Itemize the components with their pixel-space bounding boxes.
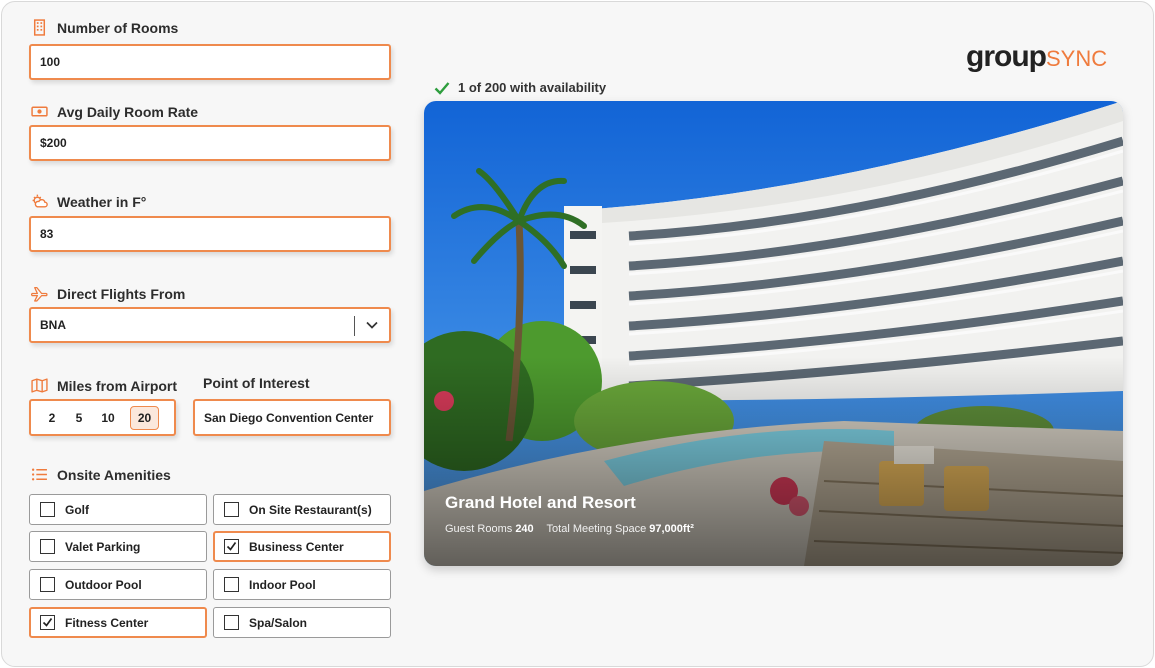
amenities-label: Onsite Amenities: [57, 466, 171, 483]
check-icon: [434, 81, 450, 95]
poi-input[interactable]: San Diego Convention Center: [193, 399, 391, 436]
map-icon: [31, 378, 48, 393]
logo-main: group: [966, 40, 1047, 73]
logo-accent: SYNC: [1045, 46, 1108, 71]
rate-input[interactable]: $200: [29, 125, 391, 161]
rooms-input[interactable]: 100: [29, 44, 391, 80]
amenity-outdoor-pool[interactable]: Outdoor Pool: [29, 569, 207, 600]
miles-option-10[interactable]: 10: [93, 406, 123, 430]
checkmark-icon: [226, 542, 237, 551]
list-icon: [31, 468, 47, 481]
miles-option-5[interactable]: 5: [66, 406, 92, 430]
select-separator: [354, 316, 355, 336]
amenities-label-row: Onsite Amenities: [31, 466, 171, 483]
amenity-label: Golf: [65, 502, 89, 517]
flights-label-row: Direct Flights From: [31, 285, 185, 302]
poi-value: San Diego Convention Center: [204, 410, 374, 425]
amenity-fitness-center[interactable]: Fitness Center: [29, 607, 207, 638]
weather-value: 83: [40, 227, 54, 241]
building-icon: [33, 19, 46, 36]
rate-label: Avg Daily Room Rate: [57, 103, 199, 120]
checkbox[interactable]: [224, 577, 239, 592]
miles-option-2[interactable]: 2: [39, 406, 65, 430]
miles-label-row: Miles from Airport: [31, 377, 177, 394]
amenity-label: Valet Parking: [65, 539, 141, 554]
amenity-label: On Site Restaurant(s): [249, 502, 372, 517]
flights-value: BNA: [40, 318, 66, 332]
availability-status: 1 of 200 with availability: [434, 80, 606, 95]
flights-select[interactable]: BNA: [29, 307, 391, 343]
amenity-on-site-restaurant[interactable]: On Site Restaurant(s): [213, 494, 391, 525]
amenity-label: Fitness Center: [65, 615, 149, 630]
checkbox-checked[interactable]: [40, 615, 55, 630]
groupsync-logo: group SYNC: [966, 40, 1107, 74]
amenity-spa-salon[interactable]: Spa/Salon: [213, 607, 391, 638]
space-meta-label: Total Meeting Space: [546, 523, 647, 535]
availability-text: 1 of 200 with availability: [458, 80, 607, 95]
checkbox[interactable]: [224, 502, 239, 517]
flights-label: Direct Flights From: [57, 285, 186, 302]
chevron-down-icon[interactable]: [365, 318, 379, 332]
checkmark-icon: [42, 618, 53, 627]
weather-label-row: Weather in F°: [31, 193, 146, 210]
checkbox[interactable]: [224, 615, 239, 630]
rooms-value: 100: [40, 55, 61, 69]
checkbox-checked[interactable]: [224, 539, 239, 554]
checkbox[interactable]: [40, 577, 55, 592]
space-meta-value: 97,000ft²: [649, 523, 694, 535]
hotel-meta: Guest Rooms 240 Total Meeting Space 97,0…: [445, 523, 694, 535]
amenity-valet-parking[interactable]: Valet Parking: [29, 531, 207, 562]
amenity-label: Business Center: [249, 539, 344, 554]
hotel-name: Grand Hotel and Resort: [445, 493, 636, 512]
amenity-indoor-pool[interactable]: Indoor Pool: [213, 569, 391, 600]
rate-label-row: Avg Daily Room Rate: [31, 103, 198, 120]
weather-label: Weather in F°: [57, 193, 147, 210]
miles-selector[interactable]: 2 5 10 20: [29, 399, 176, 436]
rooms-label-row: Number of Rooms: [31, 19, 178, 36]
amenity-golf[interactable]: Golf: [29, 494, 207, 525]
amenity-label: Spa/Salon: [249, 615, 308, 630]
weather-icon: [32, 194, 48, 208]
miles-label: Miles from Airport: [57, 377, 178, 394]
plane-icon: [31, 287, 48, 302]
poi-label: Point of Interest: [203, 375, 310, 391]
rooms-label: Number of Rooms: [57, 19, 179, 36]
rooms-meta-label: Guest Rooms: [445, 523, 513, 535]
checkbox[interactable]: [40, 539, 55, 554]
poi-label-row: Point of Interest: [203, 375, 310, 391]
hotel-caption: Grand Hotel and Resort Guest Rooms 240 T…: [445, 493, 694, 535]
amenity-business-center[interactable]: Business Center: [213, 531, 391, 562]
amenity-label: Outdoor Pool: [65, 577, 142, 592]
miles-option-20[interactable]: 20: [130, 405, 159, 430]
hotel-card[interactable]: Grand Hotel and Resort Guest Rooms 240 T…: [424, 101, 1123, 566]
rooms-meta-value: 240: [515, 523, 534, 535]
weather-input[interactable]: 83: [29, 216, 391, 252]
money-icon: [31, 106, 48, 117]
amenity-label: Indoor Pool: [249, 577, 316, 592]
checkbox[interactable]: [40, 502, 55, 517]
rate-value: $200: [40, 136, 67, 150]
